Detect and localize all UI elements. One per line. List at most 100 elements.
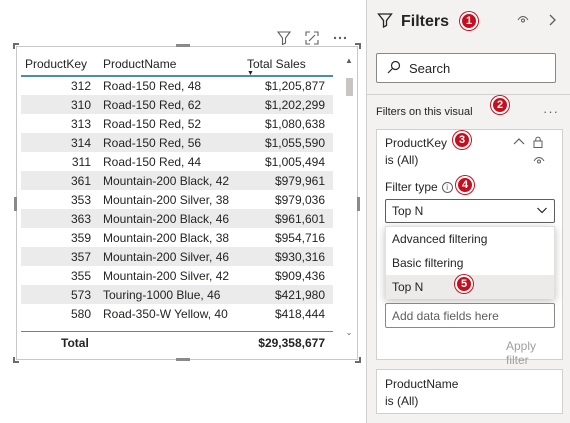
cell-productkey: 312 — [21, 76, 99, 95]
cell-productname: Mountain-200 Black, 38 — [99, 228, 241, 247]
scroll-up-icon[interactable]: ▲ — [344, 56, 354, 66]
cell-productname: Touring-1000 Blue, 46 — [99, 285, 241, 304]
cell-productkey: 363 — [21, 209, 99, 228]
filter-card-productname[interactable]: ProductName is (All) — [376, 369, 563, 414]
table-row[interactable]: 312 Road-150 Red, 48 $1,205,877 — [21, 76, 333, 95]
resize-handle-top[interactable] — [176, 44, 190, 47]
resize-handle-top-right[interactable] — [355, 43, 361, 49]
cell-total-sales: $1,202,299 — [241, 95, 333, 114]
pane-header-icons — [517, 14, 557, 29]
filter-icon[interactable] — [275, 29, 293, 47]
resize-handle-left[interactable] — [14, 197, 17, 211]
filter-card-field-name[interactable]: ProductKey — [385, 136, 447, 150]
visibility-eye-icon[interactable] — [533, 155, 545, 169]
column-header-productkey[interactable]: ProductKey — [21, 52, 99, 77]
section-label-visual-filters: Filters on this visual — [376, 106, 473, 118]
sort-descending-icon: ▼ — [247, 70, 254, 77]
cell-productname: Mountain-200 Silver, 42 — [99, 266, 241, 285]
table-row[interactable]: 355 Mountain-200 Silver, 42 $909,436 — [21, 266, 333, 285]
cell-total-sales: $909,436 — [241, 266, 333, 285]
cell-total-sales: $1,055,590 — [241, 133, 333, 152]
table-row[interactable]: 580 Road-350-W Yellow, 40 $418,444 — [21, 304, 333, 323]
table-row[interactable]: 573 Touring-1000 Blue, 46 $421,980 — [21, 285, 333, 304]
section-more-icon[interactable]: ··· — [543, 104, 559, 119]
callout-badge-3: 3 — [453, 131, 471, 149]
filter-pane-icon — [377, 12, 393, 31]
lock-icon[interactable] — [533, 136, 543, 151]
resize-handle-top-left[interactable] — [13, 43, 19, 49]
cell-productkey: 573 — [21, 285, 99, 304]
search-icon — [387, 60, 401, 77]
info-icon[interactable]: i — [441, 181, 453, 193]
filter-card-value: is (All) — [385, 153, 419, 167]
apply-filter-button[interactable]: Apply filter — [506, 339, 562, 367]
filter-type-selected-value: Top N — [392, 204, 424, 218]
table-row[interactable]: 313 Road-150 Red, 52 $1,080,638 — [21, 114, 333, 133]
callout-badge-4: 4 — [456, 176, 474, 194]
chevron-up-icon[interactable] — [513, 136, 525, 151]
cell-total-sales: $930,316 — [241, 247, 333, 266]
cell-productname: Mountain-200 Black, 42 — [99, 171, 241, 190]
table-row[interactable]: 353 Mountain-200 Silver, 38 $979,036 — [21, 190, 333, 209]
cell-total-sales: $418,444 — [241, 304, 333, 323]
cell-productkey: 314 — [21, 133, 99, 152]
cell-productkey: 311 — [21, 152, 99, 171]
filters-header: Filters — [377, 12, 449, 31]
cell-total-sales: $1,205,877 — [241, 76, 333, 95]
filter-card-icons — [513, 136, 543, 151]
filter-type-select[interactable]: Top N — [385, 199, 555, 223]
filter-search-input[interactable]: Search — [376, 53, 556, 83]
cell-total-sales: $961,601 — [241, 209, 333, 228]
cell-total-sales: $979,036 — [241, 190, 333, 209]
table-row[interactable]: 359 Mountain-200 Black, 38 $954,716 — [21, 228, 333, 247]
callout-badge-1: 1 — [460, 12, 478, 30]
column-header-productname[interactable]: ProductName — [99, 52, 241, 77]
callout-badge-5: 5 — [455, 275, 473, 293]
resize-handle-bottom[interactable] — [176, 358, 190, 361]
table-row[interactable]: 314 Road-150 Red, 56 $1,055,590 — [21, 133, 333, 152]
table-row[interactable]: 310 Road-150 Red, 62 $1,202,299 — [21, 95, 333, 114]
cell-total-sales: $421,980 — [241, 285, 333, 304]
resize-handle-bottom-right[interactable] — [355, 357, 361, 363]
total-label: Total — [21, 330, 99, 355]
filter-card2-value: is (All) — [385, 394, 419, 408]
filter-card2-field-name[interactable]: ProductName — [385, 377, 458, 391]
total-value: $29,358,677 — [241, 330, 333, 355]
resize-handle-bottom-left[interactable] — [13, 357, 19, 363]
table-row[interactable]: 357 Mountain-200 Silver, 46 $930,316 — [21, 247, 333, 266]
cell-total-sales: $1,080,638 — [241, 114, 333, 133]
cell-productname: Road-150 Red, 52 — [99, 114, 241, 133]
column-header-total-sales-label: Total Sales — [247, 56, 306, 71]
cell-productname: Mountain-200 Silver, 38 — [99, 190, 241, 209]
focus-mode-icon[interactable] — [303, 29, 321, 47]
cell-productname: Road-150 Red, 44 — [99, 152, 241, 171]
more-options-icon[interactable] — [331, 29, 349, 47]
cell-productname: Road-150 Red, 56 — [99, 133, 241, 152]
table-scrollbar[interactable]: ▲ ⌄ — [343, 56, 355, 338]
cell-productname: Mountain-200 Silver, 46 — [99, 247, 241, 266]
chevron-down-icon — [536, 203, 548, 220]
table-header-row: ProductKey ProductName Total Sales ▼ — [21, 52, 333, 77]
dropdown-option-basic[interactable]: Basic filtering — [386, 251, 554, 275]
collapse-pane-icon[interactable] — [547, 14, 557, 29]
cell-productkey: 361 — [21, 171, 99, 190]
filter-type-label: Filter type i — [385, 180, 453, 194]
table-row[interactable]: 361 Mountain-200 Black, 42 $979,961 — [21, 171, 333, 190]
column-header-total-sales[interactable]: Total Sales ▼ — [241, 52, 333, 77]
scroll-down-icon[interactable]: ⌄ — [344, 328, 354, 338]
scroll-thumb[interactable] — [346, 78, 353, 96]
cell-productkey: 310 — [21, 95, 99, 114]
table-row[interactable]: 311 Road-150 Red, 44 $1,005,494 — [21, 152, 333, 171]
cell-productkey: 355 — [21, 266, 99, 285]
visual-header — [275, 28, 349, 48]
table-row[interactable]: 363 Mountain-200 Black, 46 $961,601 — [21, 209, 333, 228]
cell-total-sales: $1,005,494 — [241, 152, 333, 171]
cell-total-sales: $979,961 — [241, 171, 333, 190]
total-row: Total $29,358,677 — [21, 330, 333, 355]
resize-handle-right[interactable] — [357, 197, 360, 211]
add-data-field-input[interactable]: Add data fields here — [385, 303, 555, 328]
cell-productkey: 359 — [21, 228, 99, 247]
eye-icon[interactable] — [517, 14, 529, 29]
dropdown-option-advanced[interactable]: Advanced filtering — [386, 227, 554, 251]
cell-productname: Road-150 Red, 62 — [99, 95, 241, 114]
